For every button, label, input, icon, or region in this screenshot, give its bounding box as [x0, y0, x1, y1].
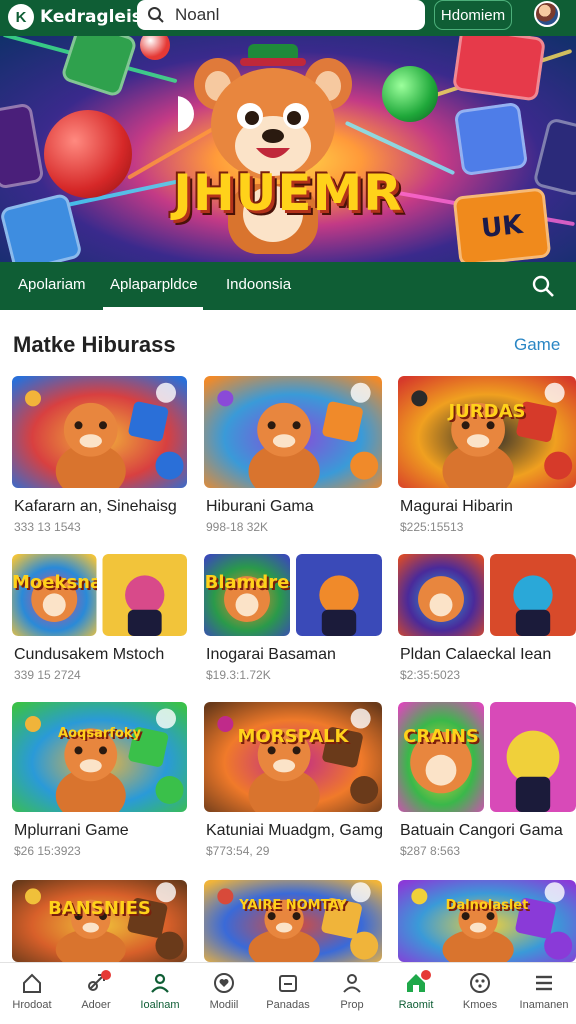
- user-group-icon: [151, 973, 169, 993]
- avatar[interactable]: [534, 1, 560, 27]
- logo-text: Kedragleis: [40, 7, 142, 27]
- menu-icon: [536, 975, 552, 991]
- search-input[interactable]: [175, 5, 405, 25]
- game-thumbnail[interactable]: Aoqsarfoky: [12, 702, 187, 812]
- game-logo-text: Blamdre: [204, 572, 290, 593]
- nav-label: Panadas: [266, 999, 310, 1011]
- nav-label: Inamanen: [519, 999, 569, 1011]
- active-tab-indicator: [103, 307, 203, 310]
- nav-item[interactable]: Adoer: [64, 963, 128, 1024]
- game-thumbnail[interactable]: CRAINS: [398, 702, 576, 812]
- folder-icon: [279, 975, 297, 992]
- game-title[interactable]: Batuain Cangori Gama: [400, 822, 563, 840]
- section-title: Matke Hiburass: [13, 332, 176, 357]
- nav-label: Prop: [340, 999, 364, 1011]
- game-title[interactable]: Inogarai Basaman: [206, 646, 336, 664]
- game-logo-text: Moeksnai: [12, 572, 97, 593]
- game-meta: $26 15:3923: [14, 844, 81, 858]
- profile-icon: [343, 974, 361, 993]
- game-thumbnail[interactable]: Dalnolaslet: [398, 880, 576, 962]
- game-title[interactable]: Kafararn an, Sinehaisg: [14, 498, 177, 516]
- tab-aplaparpldce[interactable]: Aplaparpldce: [110, 276, 198, 293]
- search-icon[interactable]: [531, 274, 555, 298]
- game-logo-text: YAIRE NOMTAY: [239, 898, 347, 913]
- nav-item[interactable]: Prop: [320, 963, 384, 1024]
- nav-item[interactable]: Raomit: [384, 963, 448, 1024]
- bottom-nav: Hrodoat Adoer Ioalnam Modiil Panadas Prop Raom…: [0, 962, 576, 1024]
- home-icon: [23, 973, 41, 993]
- game-title[interactable]: Mplurrani Game: [14, 822, 129, 840]
- game-thumbnail[interactable]: BANSNIES: [12, 880, 187, 962]
- nav-item[interactable]: Ioalnam: [128, 963, 192, 1024]
- mascot-character: [178, 44, 352, 254]
- tab-apolariam[interactable]: Apolariam: [18, 276, 86, 293]
- game-thumbnail[interactable]: [204, 376, 382, 488]
- game-meta: $19.3:1.72K: [206, 668, 271, 682]
- ball: [140, 36, 170, 60]
- hero-banner[interactable]: UK JHUEMR: [0, 36, 576, 262]
- search-box[interactable]: [137, 0, 425, 30]
- nav-item[interactable]: Hrodoat: [0, 963, 64, 1024]
- notification-badge: [101, 970, 111, 980]
- search-icon: [148, 7, 164, 23]
- game-thumbnail[interactable]: YAIRE NOMTAY: [204, 880, 382, 962]
- dice-icon: [470, 973, 490, 993]
- game-thumbnail[interactable]: MORSPALK: [204, 702, 382, 812]
- nav-item[interactable]: Modiil: [192, 963, 256, 1024]
- nav-item[interactable]: Inamanen: [512, 963, 576, 1024]
- tab-indoonsia[interactable]: Indoonsia: [226, 276, 291, 293]
- game-title[interactable]: Magurai Hibarin: [400, 498, 513, 516]
- header-button[interactable]: Hdomiem: [434, 0, 512, 30]
- game-logo-text: CRAINS: [403, 726, 479, 747]
- game-logo-text: MORSPALK: [237, 726, 349, 747]
- top-bar: K Kedragleis Hdomiem: [0, 0, 576, 36]
- ball: [382, 66, 438, 122]
- heart-icon: [214, 973, 234, 993]
- game-thumbnail[interactable]: Moeksnai: [12, 554, 187, 636]
- nav-label: Modiil: [209, 999, 239, 1011]
- nav-label: Hrodoat: [12, 999, 52, 1011]
- game-meta: $287 8:563: [400, 844, 461, 858]
- game-thumbnail[interactable]: [398, 554, 576, 636]
- game-title[interactable]: Cundusakem Mstoch: [14, 646, 164, 664]
- game-meta: $2:35:5023: [400, 668, 461, 682]
- game-logo-text: JURDAS: [448, 401, 526, 422]
- nav-item[interactable]: Kmoes: [448, 963, 512, 1024]
- nav-label: Kmoes: [462, 999, 498, 1011]
- logo-mark-icon: K: [8, 4, 34, 30]
- category-tabs: Apolariam Aplaparpldce Indoonsia: [0, 262, 576, 310]
- dice-cube: [59, 36, 139, 99]
- game-meta: $773:54, 29: [206, 844, 270, 858]
- app-logo[interactable]: K Kedragleis: [8, 4, 142, 30]
- game-thumbnail[interactable]: Blamdre: [204, 554, 382, 636]
- nav-label: Adoer: [81, 999, 111, 1011]
- notification-badge: [421, 970, 431, 980]
- game-title[interactable]: Hiburani Gama: [206, 498, 314, 516]
- nav-label: Ioalnam: [140, 999, 180, 1011]
- game-logo-text: BANSNIES: [48, 898, 151, 919]
- game-meta: 998-18 32K: [206, 520, 269, 534]
- game-logo-text: Dalnolaslet: [445, 898, 529, 913]
- game-meta: 333 13 1543: [14, 520, 81, 534]
- game-meta: $225:15513: [400, 520, 464, 534]
- hero-title: JHUEMR: [173, 164, 403, 222]
- section-see-all-link[interactable]: Game: [514, 335, 560, 355]
- game-title[interactable]: Pldan Calaeckal Iean: [400, 646, 551, 664]
- game-title[interactable]: Katuniai Muadgm, Gamg: [206, 822, 383, 840]
- game-logo-text: Aoqsarfoky: [58, 726, 141, 741]
- dice-cube: [451, 36, 547, 102]
- nav-item[interactable]: Panadas: [256, 963, 320, 1024]
- game-thumbnail[interactable]: [12, 376, 187, 488]
- nav-label: Raomit: [398, 999, 434, 1011]
- game-thumbnail[interactable]: JURDAS: [398, 376, 576, 488]
- game-meta: 339 15 2724: [14, 668, 81, 682]
